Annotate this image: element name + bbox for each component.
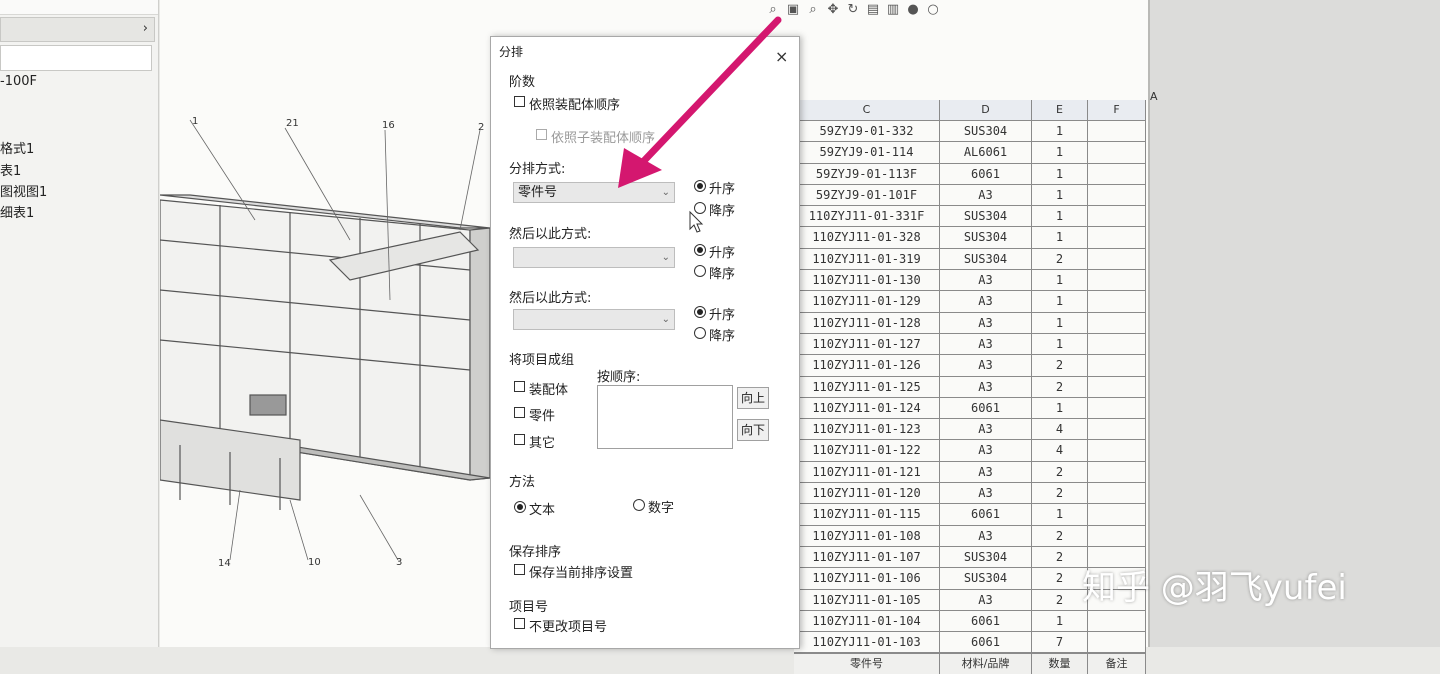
annotation-arrow <box>618 16 782 233</box>
mouse-cursor-icon <box>689 210 704 233</box>
bom-footer-material: 材料/品牌 <box>940 654 1032 674</box>
bom-footer-part-number: 零件号 <box>794 654 940 674</box>
watermark: 知乎 @羽飞yufei <box>1082 568 1347 608</box>
bom-footer-quantity: 数量 <box>1032 654 1088 674</box>
bom-footer-notes: 备注 <box>1088 654 1146 674</box>
bom-footer: 零件号 材料/品牌 数量 备注 <box>794 653 1146 674</box>
